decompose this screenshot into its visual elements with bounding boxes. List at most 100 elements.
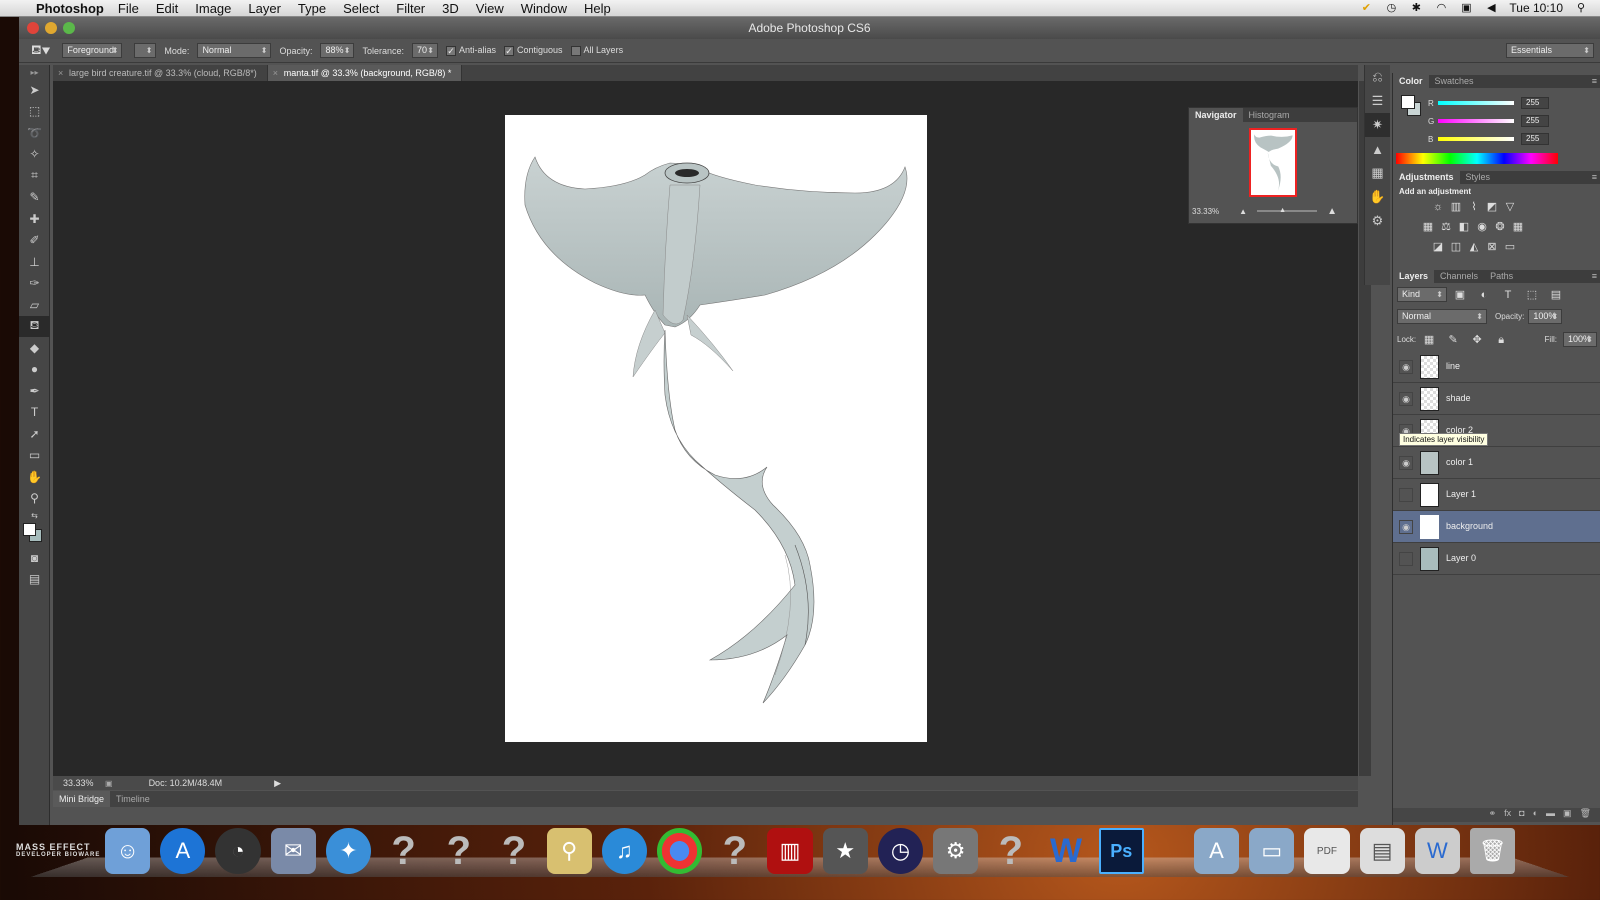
missing-app-icon[interactable]: ?: [381, 828, 426, 874]
workspace-dropdown[interactable]: Essentials: [1506, 43, 1594, 58]
panel-menu-icon[interactable]: ≡: [1592, 75, 1597, 88]
healing-brush-tool-icon[interactable]: ✚: [19, 208, 50, 230]
new-group-icon[interactable]: ▬: [1546, 808, 1555, 822]
pattern-picker[interactable]: [134, 43, 157, 58]
menu-image[interactable]: Image: [195, 1, 231, 16]
filter-kind-dropdown[interactable]: Kind: [1397, 287, 1447, 302]
visibility-toggle-off[interactable]: [1399, 552, 1413, 566]
menu-view[interactable]: View: [476, 1, 504, 16]
filter-adjustment-icon[interactable]: ◐: [1477, 289, 1491, 301]
move-tool-icon[interactable]: ➤: [19, 79, 50, 101]
norton-icon[interactable]: ✔: [1359, 2, 1373, 14]
mail-icon[interactable]: ✉: [270, 828, 316, 874]
tab-color[interactable]: Color: [1393, 75, 1429, 88]
menu-filter[interactable]: Filter: [396, 1, 425, 16]
status-menu-arrow-icon[interactable]: ▶: [274, 778, 281, 789]
photo-filter-icon[interactable]: ◉: [1475, 221, 1489, 233]
missing-app-icon[interactable]: ?: [712, 828, 757, 874]
fill-field[interactable]: 100%: [1563, 332, 1597, 347]
channel-g-value[interactable]: 255: [1521, 115, 1549, 127]
trash-icon[interactable]: 🗑︎: [1469, 828, 1516, 874]
zoom-tool-icon[interactable]: ⚲: [19, 488, 50, 510]
visibility-eye-icon[interactable]: ◉: [1399, 392, 1413, 406]
magic-wand-tool-icon[interactable]: ✧: [19, 144, 50, 166]
fill-source-dropdown[interactable]: Foreground: [62, 43, 123, 58]
tab-navigator[interactable]: Navigator: [1189, 108, 1243, 122]
blend-mode-dropdown[interactable]: Normal: [1397, 309, 1487, 324]
black-white-icon[interactable]: ◧: [1457, 221, 1471, 233]
safari-icon[interactable]: ✦: [325, 828, 372, 874]
swap-colors-icon[interactable]: ⇆: [19, 509, 50, 521]
marquee-tool-icon[interactable]: ⬚: [19, 101, 50, 123]
hand-tool-icon[interactable]: ✋: [19, 466, 50, 488]
clone-stamp-tool-icon[interactable]: ⊥: [19, 251, 50, 273]
paint-bucket-tool-icon[interactable]: ⛾: [19, 315, 50, 337]
lock-transparency-icon[interactable]: ▦: [1422, 334, 1436, 346]
brush-tool-icon[interactable]: ✐: [19, 230, 50, 252]
vibrance-icon[interactable]: ▽: [1503, 201, 1517, 213]
levels-icon[interactable]: ▥: [1449, 201, 1463, 213]
itunes-icon[interactable]: ♫: [601, 828, 648, 874]
menu-edit[interactable]: Edit: [156, 1, 178, 16]
crop-tool-icon[interactable]: ⌗: [19, 165, 50, 187]
lasso-tool-icon[interactable]: ➰: [19, 122, 50, 144]
channel-g-slider[interactable]: [1438, 119, 1514, 123]
dashboard-icon[interactable]: ◔: [215, 828, 261, 874]
brightness-icon[interactable]: ☼: [1431, 201, 1445, 213]
posterize-icon[interactable]: ◫: [1449, 241, 1463, 253]
foreground-color-swatch[interactable]: [23, 523, 36, 536]
tab-styles[interactable]: Styles: [1460, 171, 1497, 184]
tab-mini-bridge[interactable]: Mini Bridge: [53, 791, 111, 807]
lock-pixels-icon[interactable]: ✎: [1446, 334, 1460, 346]
chrome-icon[interactable]: [657, 828, 703, 874]
tab-channels[interactable]: Channels: [1434, 270, 1484, 283]
app-store-icon[interactable]: A: [160, 828, 206, 874]
photo-booth-icon[interactable]: ▥: [767, 828, 813, 874]
wifi-icon[interactable]: ◠: [1434, 2, 1448, 14]
imovie-icon[interactable]: ★: [822, 828, 868, 874]
panel-menu-icon[interactable]: ≡: [1592, 270, 1597, 283]
color-balance-icon[interactable]: ⚖: [1439, 221, 1453, 233]
threshold-icon[interactable]: ◭: [1467, 241, 1481, 253]
preview-icon[interactable]: ⚲: [546, 828, 592, 874]
tolerance-field[interactable]: 70: [411, 43, 438, 58]
tab-swatches[interactable]: Swatches: [1429, 75, 1480, 88]
anti-alias-checkbox[interactable]: ✓: [445, 45, 456, 56]
all-layers-checkbox[interactable]: [570, 45, 581, 56]
layer-row-color-1[interactable]: ◉ color 1: [1393, 447, 1600, 479]
screen-mode-icon[interactable]: ▤: [19, 569, 50, 591]
visibility-eye-icon[interactable]: ◉: [1399, 456, 1413, 470]
path-selection-tool-icon[interactable]: ➚: [19, 423, 50, 445]
invert-icon[interactable]: ◪: [1431, 241, 1445, 253]
hue-saturation-icon[interactable]: ▦: [1421, 221, 1435, 233]
navigator-zoom-value[interactable]: 33.33%: [1192, 207, 1219, 216]
blur-tool-icon[interactable]: ◆: [19, 337, 50, 359]
document-tab-manta[interactable]: × manta.tif @ 33.3% (background, RGB/8) *: [267, 65, 463, 81]
delete-layer-icon[interactable]: 🗑︎: [1580, 808, 1591, 822]
system-preferences-icon[interactable]: ⚙: [933, 828, 979, 874]
word-icon[interactable]: W: [1043, 828, 1088, 874]
color-swatches[interactable]: [19, 521, 50, 547]
exposure-icon[interactable]: ◩: [1485, 201, 1499, 213]
gradient-map-icon[interactable]: ▭: [1503, 241, 1517, 253]
layer-row-background[interactable]: ◉ background: [1393, 511, 1600, 543]
layer-row-shade[interactable]: ◉ shade: [1393, 383, 1600, 415]
filter-shape-icon[interactable]: ⬚: [1525, 289, 1539, 301]
brush-panel-icon[interactable]: ✋: [1365, 185, 1390, 209]
channel-r-value[interactable]: 255: [1521, 97, 1549, 109]
menu-type[interactable]: Type: [298, 1, 326, 16]
status-info-icon[interactable]: ▣: [105, 779, 113, 788]
photoshop-dock-icon[interactable]: Ps: [1098, 828, 1144, 874]
navigator-thumbnail[interactable]: [1249, 128, 1297, 197]
channel-b-slider[interactable]: [1438, 137, 1514, 141]
volume-icon[interactable]: ◀: [1484, 2, 1498, 14]
eyedropper-tool-icon[interactable]: ✎: [19, 187, 50, 209]
app-menu[interactable]: Photoshop: [36, 1, 104, 16]
tool-presets-icon[interactable]: ⚙: [1365, 209, 1390, 233]
menubar-clock[interactable]: Tue 10:10: [1509, 1, 1563, 15]
zoom-window-button[interactable]: [63, 22, 75, 34]
menu-3d[interactable]: 3D: [442, 1, 459, 16]
close-tab-icon[interactable]: ×: [58, 65, 63, 81]
filter-type-icon[interactable]: T: [1501, 289, 1515, 301]
anti-alias-option[interactable]: ✓ Anti-alias: [445, 45, 496, 56]
